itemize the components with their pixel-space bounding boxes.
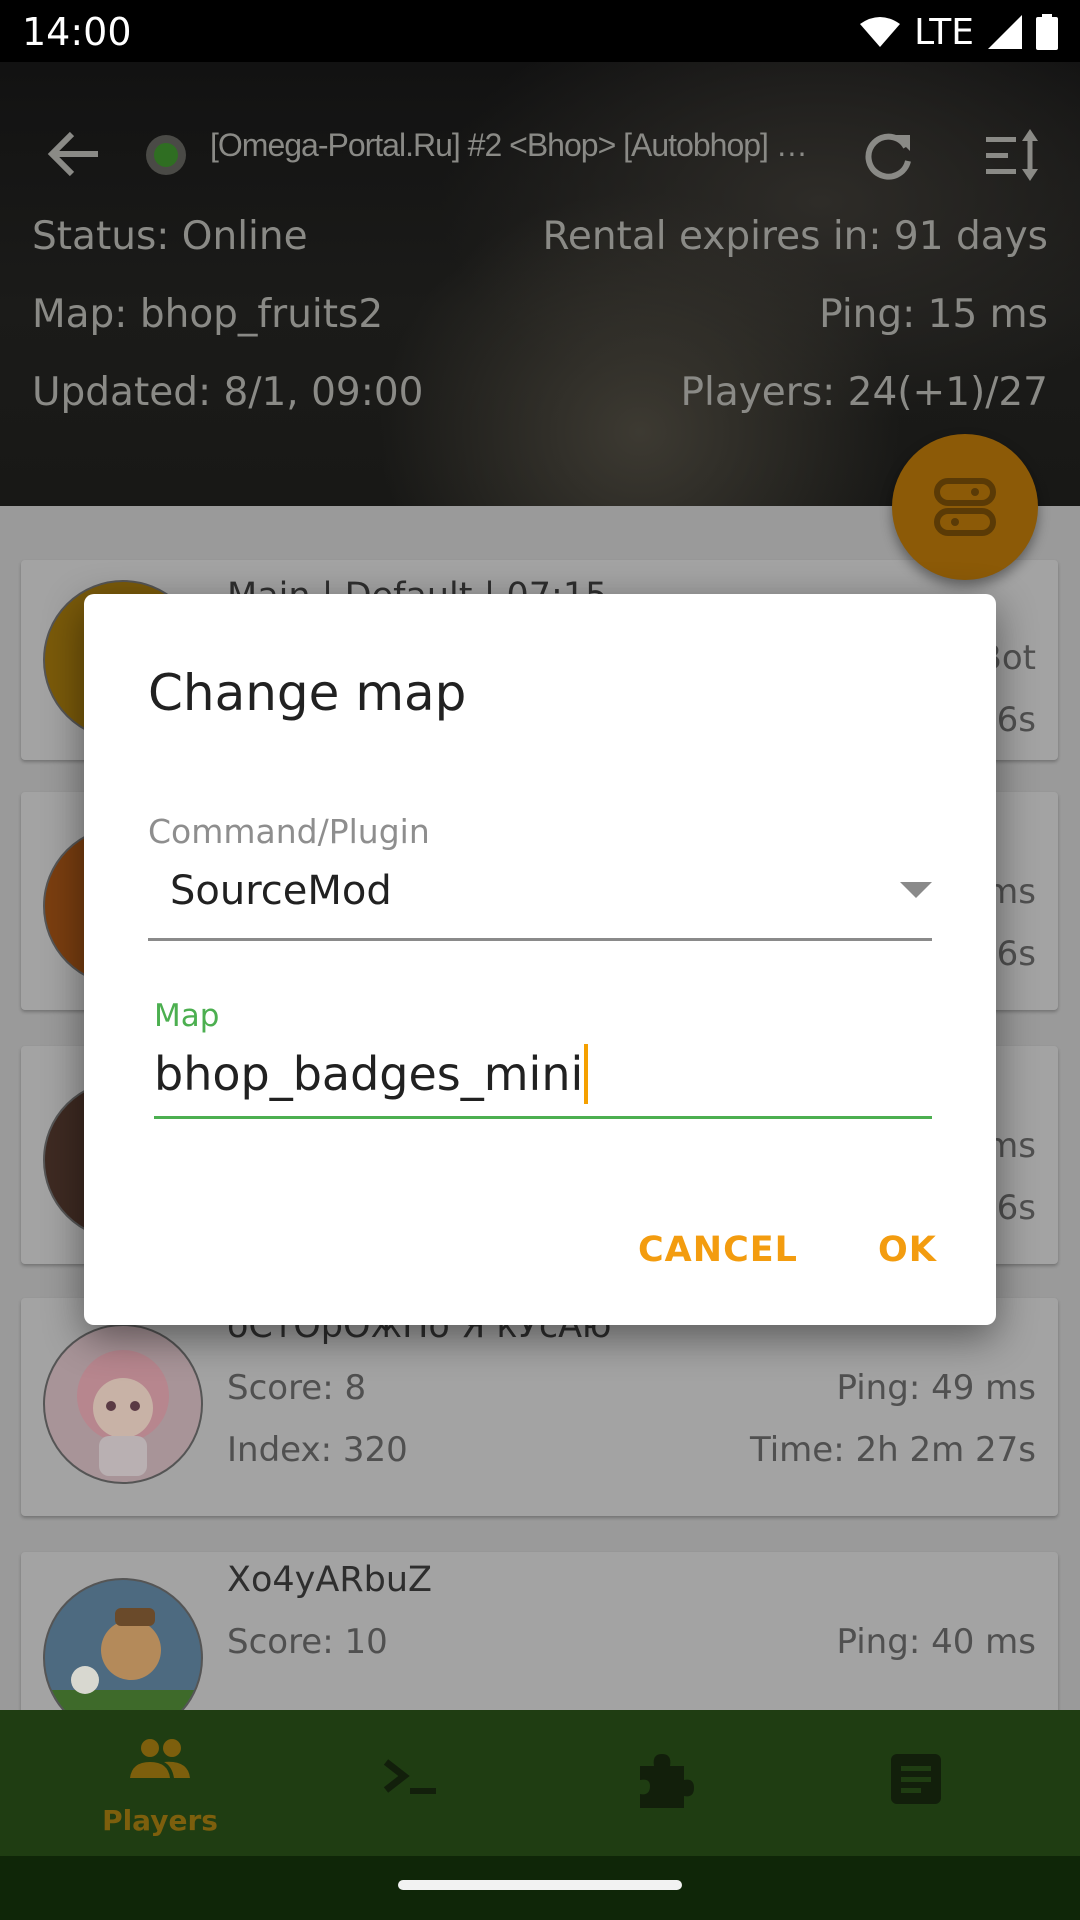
signal-icon	[988, 15, 1022, 49]
toggle-options-icon	[934, 478, 996, 536]
cancel-button[interactable]: CANCEL	[638, 1230, 798, 1270]
player-time: 6s	[996, 700, 1036, 740]
server-actions-fab[interactable]	[892, 434, 1038, 580]
info-row-1: Status: Online Rental expires in: 91 day…	[32, 214, 1048, 259]
back-arrow-icon[interactable]	[46, 129, 102, 179]
command-plugin-value: SourceMod	[170, 868, 392, 914]
map-input-container: bhop_badges_mini	[154, 1044, 589, 1104]
home-gesture-bar[interactable]	[398, 1880, 682, 1890]
online-status-indicator	[146, 135, 186, 175]
dropdown-arrow-icon	[900, 882, 932, 898]
server-status: Status: Online	[32, 214, 308, 259]
player-line: Index: 320 Time: 2h 2m 27s	[227, 1430, 1036, 1470]
cartoon-avatar-icon	[45, 1608, 201, 1710]
server-header: [Omega-Portal.Ru] #2 <Bhop> [Autobhop] […	[0, 62, 1080, 506]
command-plugin-dropdown[interactable]: SourceMod	[148, 856, 932, 941]
clock: 14:00	[22, 10, 132, 54]
command-plugin-label: Command/Plugin	[148, 812, 430, 851]
nav-tab-plugins[interactable]	[529, 1710, 799, 1856]
server-ping: Ping: 15 ms	[819, 292, 1048, 337]
player-name: Xo4yARbuZ	[227, 1560, 433, 1600]
gesture-navigation-area	[0, 1856, 1080, 1920]
players-icon	[130, 1739, 190, 1778]
nav-tab-logs[interactable]	[781, 1710, 1051, 1856]
player-score: Score: 8	[227, 1368, 367, 1408]
map-input-value: bhop_badges_mini	[154, 1047, 584, 1101]
refresh-icon[interactable]	[862, 129, 916, 183]
player-line: Score: 10 Ping: 40 ms	[227, 1622, 1036, 1662]
text-cursor	[584, 1044, 589, 1104]
player-time: 6s	[996, 934, 1036, 974]
wifi-icon	[860, 17, 901, 47]
ok-button[interactable]: OK	[878, 1230, 937, 1270]
player-card[interactable]: оСтОрОжНо Я кУсАю Score: 8 Ping: 49 ms I…	[21, 1298, 1058, 1516]
player-score: Score: 10	[227, 1622, 388, 1662]
nav-label-players: Players	[102, 1804, 218, 1837]
info-row-2: Map: bhop_fruits2 Ping: 15 ms	[32, 292, 1048, 337]
change-map-dialog: Change map Command/Plugin SourceMod Map …	[84, 594, 996, 1325]
player-time: 6s	[996, 1188, 1036, 1228]
current-map: Map: bhop_fruits2	[32, 292, 384, 337]
player-count: Players: 24(+1)/27	[680, 370, 1048, 415]
sort-icon[interactable]	[986, 127, 1044, 183]
map-input[interactable]: bhop_badges_mini	[154, 1034, 932, 1119]
anime-avatar-icon	[77, 1350, 169, 1476]
status-icons: LTE	[860, 10, 1058, 54]
bottom-navigation: Players	[0, 1710, 1080, 1856]
player-ping: Ping: 40 ms	[836, 1622, 1036, 1662]
info-row-3: Updated: 8/1, 09:00 Players: 24(+1)/27	[32, 370, 1048, 415]
battery-icon	[1036, 14, 1058, 50]
terminal-icon	[383, 1759, 436, 1794]
player-ping: Ping: 49 ms	[836, 1368, 1036, 1408]
player-time: Time: 2h 2m 27s	[750, 1430, 1036, 1470]
puzzle-icon	[640, 1754, 694, 1808]
last-updated: Updated: 8/1, 09:00	[32, 370, 424, 415]
network-label: LTE	[914, 11, 974, 53]
player-card[interactable]: Xo4yARbuZ Score: 10 Ping: 40 ms	[21, 1552, 1058, 1710]
nav-tab-players[interactable]: Players	[25, 1710, 295, 1856]
server-title: [Omega-Portal.Ru] #2 <Bhop> [Autobhop] […	[210, 127, 810, 163]
player-line: Score: 8 Ping: 49 ms	[227, 1368, 1036, 1408]
player-avatar	[43, 1578, 203, 1710]
document-icon	[891, 1754, 941, 1804]
dialog-title: Change map	[148, 664, 467, 722]
rental-expiry: Rental expires in: 91 days	[542, 214, 1048, 259]
status-bar: 14:00 LTE	[0, 0, 1080, 62]
nav-tab-console[interactable]	[277, 1710, 547, 1856]
map-field-label: Map	[154, 998, 220, 1034]
player-avatar	[43, 1324, 203, 1484]
toolbar: [Omega-Portal.Ru] #2 <Bhop> [Autobhop] […	[0, 107, 1080, 202]
player-index: Index: 320	[227, 1430, 408, 1470]
